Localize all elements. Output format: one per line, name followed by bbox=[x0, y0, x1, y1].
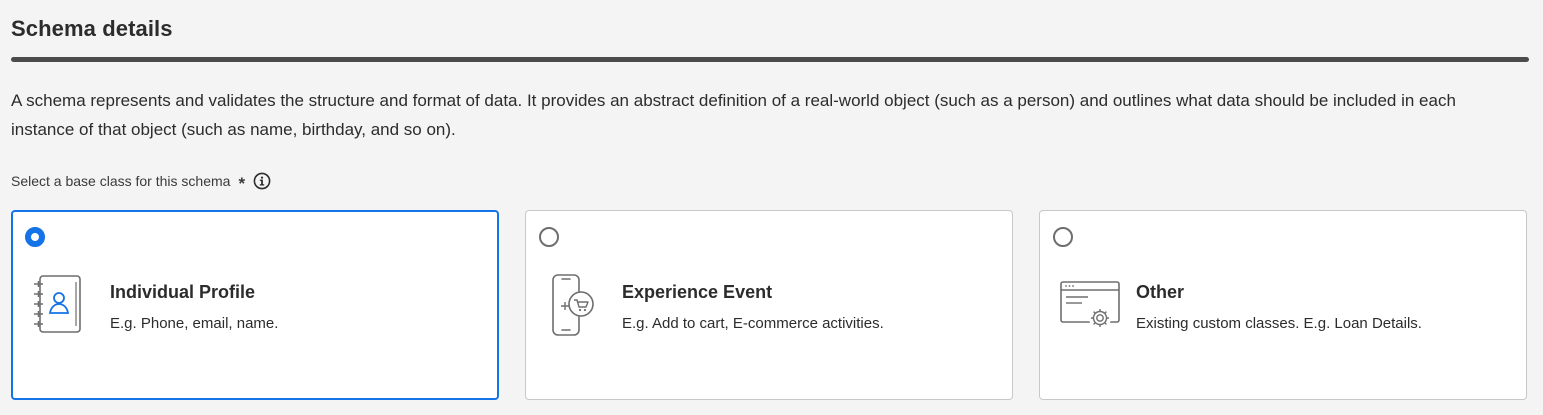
base-class-label-text: Select a base class for this schema bbox=[11, 173, 231, 189]
section-description: A schema represents and validates the st… bbox=[11, 91, 1456, 139]
info-icon[interactable] bbox=[253, 172, 271, 190]
radio-individual-profile[interactable] bbox=[25, 227, 45, 247]
schema-details-page: Schema details A schema represents and v… bbox=[0, 0, 1543, 415]
base-class-card-experience-event[interactable]: Experience Event E.g. Add to cart, E-com… bbox=[525, 210, 1013, 400]
card-description: Existing custom classes. E.g. Loan Detai… bbox=[1136, 315, 1422, 332]
card-title: Experience Event bbox=[622, 282, 773, 302]
section-title-divider bbox=[11, 57, 1529, 62]
card-title: Other bbox=[1136, 282, 1185, 302]
base-class-card-individual-profile[interactable]: Individual Profile E.g. Phone, email, na… bbox=[11, 210, 499, 400]
card-description: E.g. Add to cart, E-commerce activities. bbox=[622, 315, 884, 332]
mobile-cart-icon bbox=[546, 274, 596, 336]
card-description: E.g. Phone, email, name. bbox=[110, 315, 279, 332]
required-asterisk: * bbox=[238, 174, 246, 193]
card-title: Individual Profile bbox=[110, 282, 256, 302]
radio-other[interactable] bbox=[1053, 227, 1073, 247]
section-title: Schema details bbox=[11, 16, 173, 41]
browser-gear-icon bbox=[1060, 274, 1120, 336]
profile-notebook-icon bbox=[32, 274, 82, 336]
base-class-field-label: Select a base class for this schema * bbox=[11, 170, 271, 192]
base-class-card-other[interactable]: Other Existing custom classes. E.g. Loan… bbox=[1039, 210, 1527, 400]
radio-experience-event[interactable] bbox=[539, 227, 559, 247]
